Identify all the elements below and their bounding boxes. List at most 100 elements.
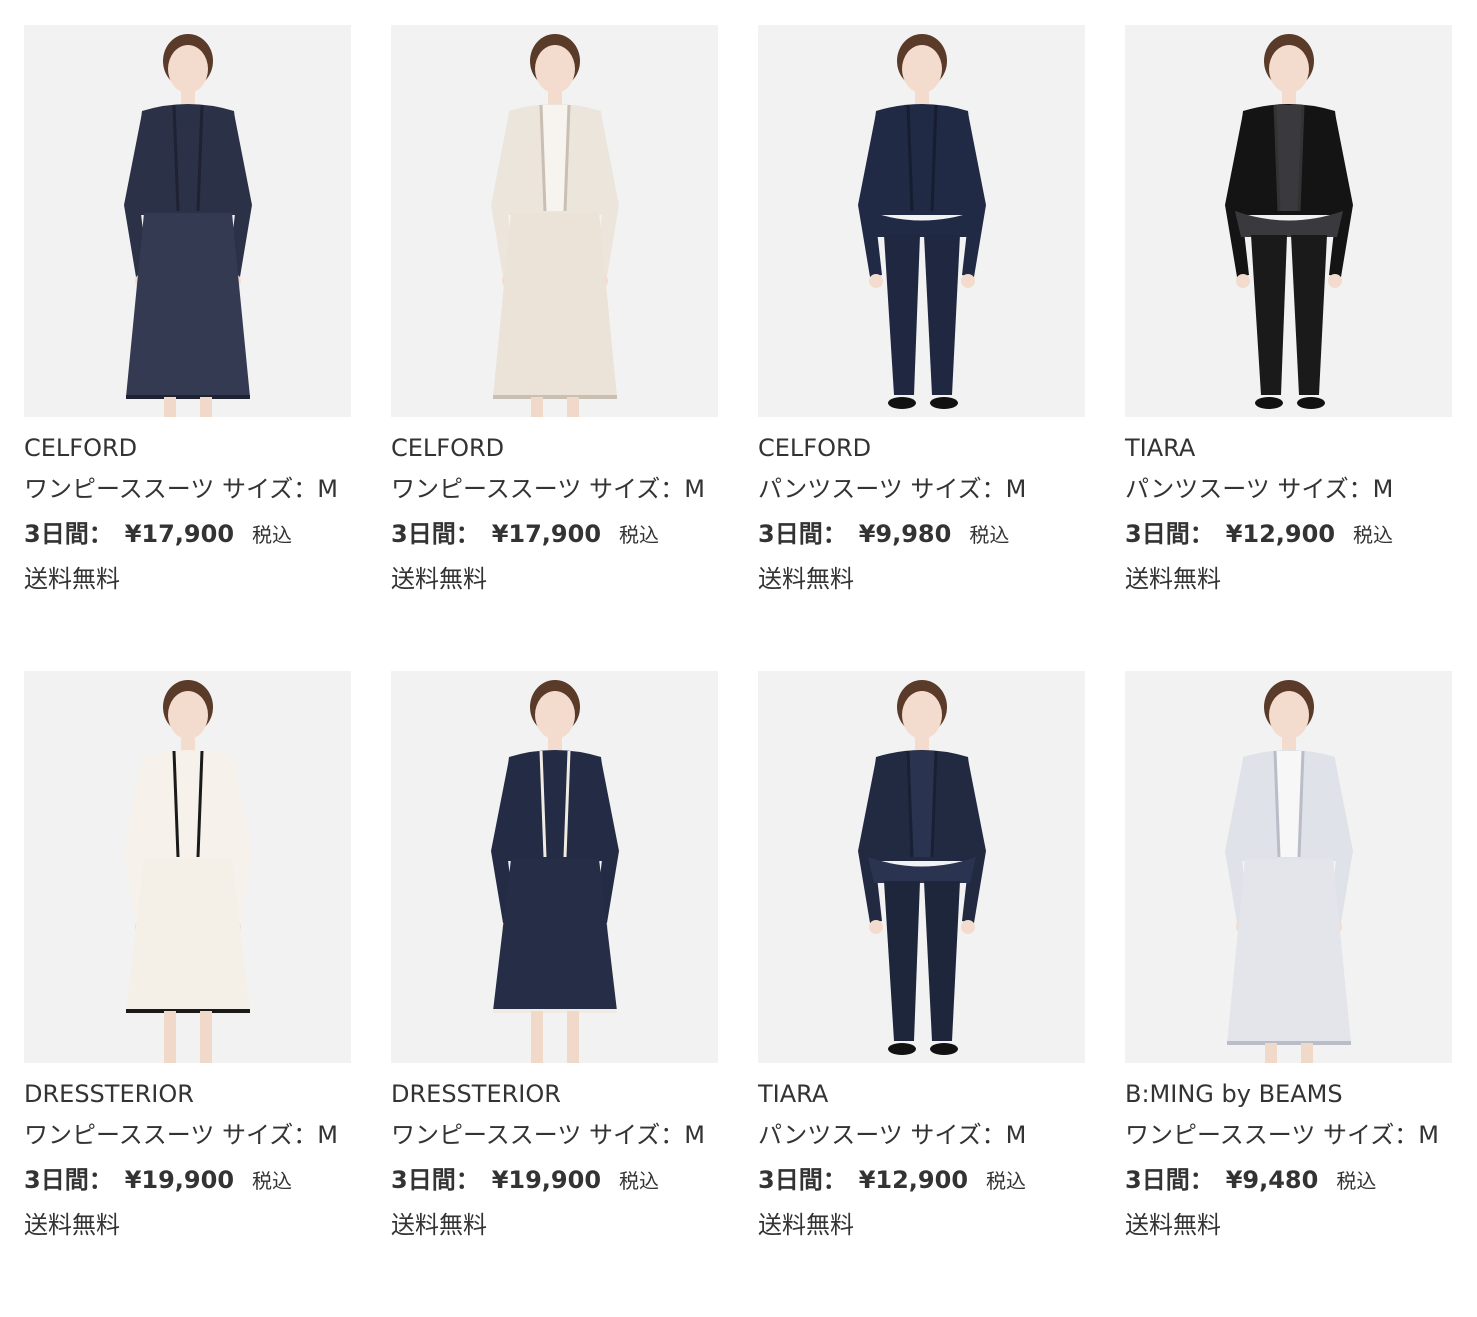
product-description[interactable]: ワンピーススーツ サイズ：M xyxy=(391,474,705,504)
right-leg xyxy=(1291,235,1327,395)
shipping-label: 送料無料 xyxy=(758,1211,854,1239)
product-price: ¥17,900 xyxy=(491,520,602,548)
model-photo xyxy=(491,34,619,417)
product-image[interactable] xyxy=(1125,25,1452,417)
right-shoe xyxy=(930,397,958,409)
model-photo xyxy=(491,680,619,1063)
product-brand[interactable]: CELFORD xyxy=(24,433,137,463)
product-image[interactable] xyxy=(24,671,351,1063)
model-photo xyxy=(1225,680,1353,1063)
right-hand xyxy=(961,274,975,288)
product-brand[interactable]: CELFORD xyxy=(391,433,504,463)
face xyxy=(168,45,208,93)
product-description[interactable]: ワンピーススーツ サイズ：M xyxy=(24,1120,338,1150)
right-shin xyxy=(1301,1043,1313,1063)
skirt xyxy=(493,859,617,1011)
left-shin xyxy=(164,397,176,417)
right-leg xyxy=(924,235,960,395)
product-price: ¥9,980 xyxy=(858,520,952,548)
rental-period: 3日間： xyxy=(1125,1166,1214,1194)
product-card[interactable]: CELFORD パンツスーツ サイズ：M 3日間： ¥9,980 税込 送料無料 xyxy=(758,25,1085,671)
shipping-label: 送料無料 xyxy=(24,1211,120,1239)
product-image[interactable] xyxy=(391,671,718,1063)
face xyxy=(535,691,575,739)
right-shin xyxy=(567,397,579,417)
product-description[interactable]: パンツスーツ サイズ：M xyxy=(758,1120,1026,1150)
product-card[interactable]: TIARA パンツスーツ サイズ：M 3日間： ¥12,900 税込 送料無料 xyxy=(1125,25,1452,671)
product-card[interactable]: DRESSTERIOR ワンピーススーツ サイズ：M 3日間： ¥19,900 税込… xyxy=(24,671,351,1317)
rental-period: 3日間： xyxy=(391,520,480,548)
product-price: ¥12,900 xyxy=(1225,520,1336,548)
price-row: 3日間： ¥12,900 税込 xyxy=(758,1165,1026,1196)
product-brand[interactable]: CELFORD xyxy=(758,433,871,463)
product-brand[interactable]: B:MING by BEAMS xyxy=(1125,1079,1343,1109)
neck xyxy=(915,735,929,751)
product-price: ¥9,480 xyxy=(1225,1166,1319,1194)
product-price: ¥19,900 xyxy=(491,1166,602,1194)
tax-label: 税込 xyxy=(969,523,1010,547)
product-description[interactable]: ワンピーススーツ サイズ：M xyxy=(24,474,338,504)
product-description[interactable]: パンツスーツ サイズ：M xyxy=(758,474,1026,504)
neck xyxy=(181,735,195,751)
product-image[interactable] xyxy=(24,25,351,417)
skirt xyxy=(1227,859,1351,1043)
left-leg xyxy=(1251,235,1287,395)
face xyxy=(1269,45,1309,93)
right-shoe xyxy=(1297,397,1325,409)
product-card[interactable]: CELFORD ワンピーススーツ サイズ：M 3日間： ¥17,900 税込 送料無… xyxy=(24,25,351,671)
tax-label: 税込 xyxy=(619,1169,660,1193)
tax-label: 税込 xyxy=(619,523,660,547)
product-brand[interactable]: DRESSTERIOR xyxy=(24,1079,194,1109)
left-shin xyxy=(531,1011,543,1063)
left-shin xyxy=(1265,1043,1277,1063)
product-card[interactable]: B:MING by BEAMS ワンピーススーツ サイズ：M 3日間： ¥9,48… xyxy=(1125,671,1452,1317)
product-description[interactable]: ワンピーススーツ サイズ：M xyxy=(391,1120,705,1150)
rental-period: 3日間： xyxy=(391,1166,480,1194)
shipping-label: 送料無料 xyxy=(758,565,854,593)
left-leg xyxy=(884,235,920,395)
tax-label: 税込 xyxy=(252,1169,293,1193)
price-row: 3日間： ¥17,900 税込 xyxy=(24,519,292,550)
left-shin xyxy=(531,397,543,417)
product-price: ¥17,900 xyxy=(124,520,235,548)
product-image[interactable] xyxy=(1125,671,1452,1063)
model-photo xyxy=(858,680,986,1055)
neck xyxy=(1282,735,1296,751)
model-photo xyxy=(1225,34,1353,409)
product-brand[interactable]: TIARA xyxy=(1125,433,1195,463)
product-card[interactable]: CELFORD ワンピーススーツ サイズ：M 3日間： ¥17,900 税込 送料無… xyxy=(391,25,718,671)
left-shoe xyxy=(1255,397,1283,409)
face xyxy=(902,691,942,739)
neck xyxy=(1282,89,1296,105)
shipping-label: 送料無料 xyxy=(391,565,487,593)
left-shin xyxy=(164,1011,176,1063)
left-leg xyxy=(884,881,920,1041)
product-image[interactable] xyxy=(758,25,1085,417)
product-brand[interactable]: DRESSTERIOR xyxy=(391,1079,561,1109)
neck xyxy=(915,89,929,105)
rental-period: 3日間： xyxy=(24,1166,113,1194)
price-row: 3日間： ¥19,900 税込 xyxy=(24,1165,292,1196)
product-card[interactable]: DRESSTERIOR ワンピーススーツ サイズ：M 3日間： ¥19,900 税込… xyxy=(391,671,718,1317)
shipping-label: 送料無料 xyxy=(1125,565,1221,593)
product-brand[interactable]: TIARA xyxy=(758,1079,828,1109)
product-description[interactable]: パンツスーツ サイズ：M xyxy=(1125,474,1393,504)
product-image[interactable] xyxy=(391,25,718,417)
product-description[interactable]: ワンピーススーツ サイズ：M xyxy=(1125,1120,1439,1150)
right-shoe xyxy=(930,1043,958,1055)
product-card[interactable]: TIARA パンツスーツ サイズ：M 3日間： ¥12,900 税込 送料無料 xyxy=(758,671,1085,1317)
price-row: 3日間： ¥12,900 税込 xyxy=(1125,519,1393,550)
rental-period: 3日間： xyxy=(758,1166,847,1194)
model-photo xyxy=(858,34,986,409)
neck xyxy=(548,89,562,105)
tax-label: 税込 xyxy=(252,523,293,547)
right-leg xyxy=(924,881,960,1041)
product-image[interactable] xyxy=(758,671,1085,1063)
right-hand xyxy=(961,920,975,934)
right-shin xyxy=(200,1011,212,1063)
shipping-label: 送料無料 xyxy=(24,565,120,593)
face xyxy=(168,691,208,739)
face xyxy=(535,45,575,93)
neck xyxy=(181,89,195,105)
shipping-label: 送料無料 xyxy=(1125,1211,1221,1239)
